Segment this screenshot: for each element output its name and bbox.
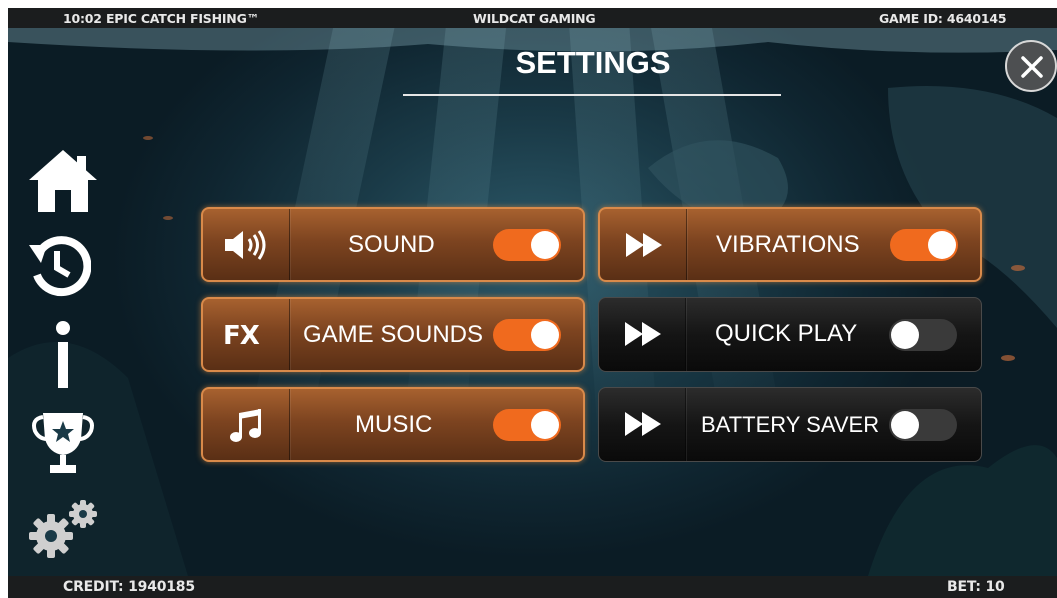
game-sounds-setting: FX GAME SOUNDS [201, 297, 585, 372]
fast-forward-icon [625, 412, 661, 436]
battery-saver-icon-cell [599, 388, 686, 461]
fast-forward-icon [625, 322, 661, 346]
speaker-icon [225, 230, 266, 260]
quick-play-label: QUICK PLAY [715, 320, 858, 347]
game-sounds-toggle[interactable] [493, 319, 561, 351]
history-icon[interactable] [27, 231, 91, 297]
battery-saver-label: BATTERY SAVER [701, 412, 880, 437]
bet-display: BET: 10 [947, 579, 1005, 595]
quick-play-icon-cell [599, 298, 686, 371]
title-divider [403, 94, 781, 96]
info-icon[interactable] [27, 320, 99, 390]
music-label: MUSIC [355, 411, 433, 438]
music-setting: MUSIC [201, 387, 585, 462]
quick-play-toggle[interactable] [889, 319, 957, 351]
game-sounds-icon-cell: FX [203, 299, 290, 370]
underwater-background: SETTINGS SOUND VIBRATIONS FX GAME SOUNDS… [8, 28, 1057, 576]
sound-setting: SOUND [201, 207, 585, 282]
battery-saver-setting: BATTERY SAVER [598, 387, 982, 462]
close-button[interactable] [1005, 40, 1057, 92]
credit-display: CREDIT: 1940185 [63, 579, 195, 595]
game-sounds-label: GAME SOUNDS [303, 321, 484, 348]
trophy-icon[interactable] [27, 409, 99, 477]
quick-play-setting: QUICK PLAY [598, 297, 982, 372]
fast-forward-icon [626, 233, 662, 257]
music-toggle[interactable] [493, 409, 561, 441]
music-note-icon [230, 409, 261, 442]
battery-saver-toggle[interactable] [889, 409, 957, 441]
game-id: GAME ID: 4640145 [879, 11, 1007, 26]
vibrations-setting: VIBRATIONS [598, 207, 982, 282]
settings-gears-icon[interactable] [27, 498, 103, 560]
vibrations-toggle[interactable] [890, 229, 958, 261]
close-icon [1021, 56, 1043, 78]
sound-toggle[interactable] [493, 229, 561, 261]
vibrations-icon-cell [600, 209, 687, 280]
vibrations-label: VIBRATIONS [716, 231, 860, 258]
game-title: 10:02 EPIC CATCH FISHING™ [63, 11, 259, 26]
sound-icon-cell [203, 209, 290, 280]
fx-icon: FX [223, 321, 260, 351]
sound-label: SOUND [348, 231, 435, 258]
top-info-bar: 10:02 EPIC CATCH FISHING™ WILDCAT GAMING… [8, 8, 1057, 28]
music-icon-cell [203, 389, 290, 460]
game-settings-screen: 10:02 EPIC CATCH FISHING™ WILDCAT GAMING… [0, 0, 1057, 598]
bottom-info-bar: CREDIT: 1940185 BET: 10 [8, 576, 1057, 598]
home-icon[interactable] [27, 148, 99, 214]
settings-title: SETTINGS [515, 45, 671, 80]
provider-name: WILDCAT GAMING [473, 11, 596, 26]
